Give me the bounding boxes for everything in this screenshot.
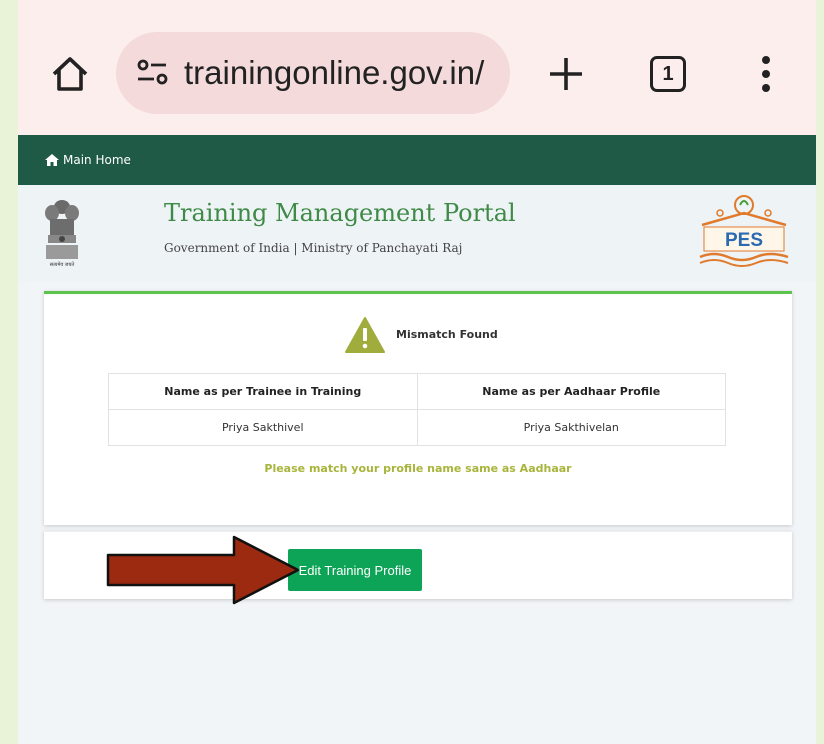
address-bar[interactable]: trainingonline.gov.in/ <box>116 32 510 114</box>
warning-icon <box>345 317 385 353</box>
table-header-row: Name as per Trainee in Training Name as … <box>108 373 726 410</box>
main-home-link[interactable]: Main Home <box>44 153 131 167</box>
national-emblem-icon: सत्यमेव जयते <box>45 200 79 268</box>
pes-logo: PES <box>699 195 789 267</box>
name-comparison-table: Name as per Trainee in Training Name as … <box>108 373 726 446</box>
main-home-label: Main Home <box>63 153 131 167</box>
url-text[interactable]: trainingonline.gov.in/ <box>184 54 484 92</box>
site-navbar: Main Home <box>18 135 816 185</box>
tab-count: 1 <box>662 62 674 85</box>
home-icon[interactable] <box>48 52 92 96</box>
portal-header: सत्यमेव जयते Training Management Portal … <box>18 185 816 281</box>
table-row: Priya Sakthivel Priya Sakthivelan <box>108 409 726 446</box>
page-title: Training Management Portal <box>164 199 516 227</box>
browser-window: trainingonline.gov.in/ 1 Main Home सत्यम… <box>18 0 816 744</box>
browser-toolbar: trainingonline.gov.in/ 1 <box>18 0 816 135</box>
column-header-aadhaar-name: Name as per Aadhaar Profile <box>416 373 726 410</box>
plus-icon[interactable] <box>544 52 588 96</box>
advice-text: Please match your profile name same as A… <box>264 462 572 475</box>
mismatch-card: Mismatch Found Name as per Trainee in Tr… <box>44 291 792 525</box>
page-subtitle: Government of India | Ministry of Pancha… <box>164 241 463 255</box>
pointer-arrow-icon <box>106 535 300 605</box>
emblem-caption: सत्यमेव जयते <box>50 261 75 268</box>
training-name-cell: Priya Sakthivel <box>108 409 418 446</box>
column-header-training-name: Name as per Trainee in Training <box>108 373 418 410</box>
logo-text: PES <box>725 230 763 251</box>
edit-training-profile-button[interactable]: Edit Training Profile <box>288 549 422 591</box>
home-icon <box>45 154 59 166</box>
tab-switcher-button[interactable]: 1 <box>650 56 686 92</box>
aadhaar-name-cell: Priya Sakthivelan <box>416 409 726 446</box>
mismatch-title: Mismatch Found <box>396 328 498 341</box>
tune-icon[interactable] <box>134 54 172 92</box>
kebab-menu-icon[interactable] <box>754 52 778 96</box>
